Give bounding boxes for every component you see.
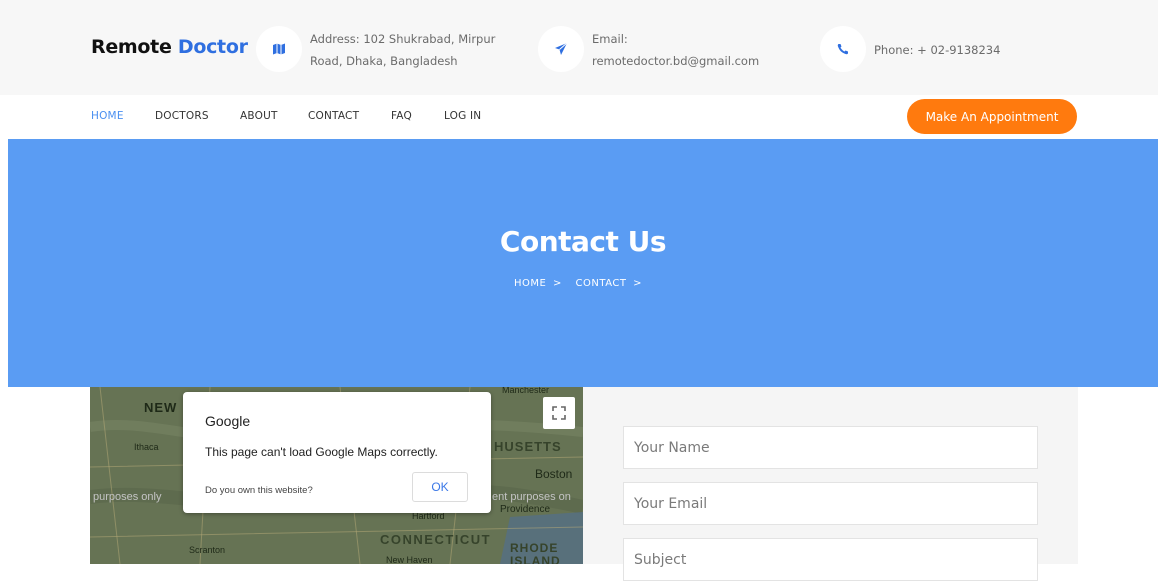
top-info-bar: Remote Doctor Address: 102 Shukrabad, Mi… [0,0,1158,95]
email-value[interactable]: remotedoctor.bd@gmail.com [592,50,759,72]
name-input[interactable] [623,426,1038,469]
google-map[interactable]: NEW Ithaca HUSETTS Boston purposes only … [90,387,583,564]
address-text: Address: 102 Shukrabad, Mirpur Road, Dha… [310,28,495,72]
dialog-own-website-link[interactable]: Do you own this website? [205,485,313,496]
site-logo[interactable]: Remote Doctor [91,36,248,58]
maps-error-dialog: Google This page can't load Google Maps … [183,392,491,513]
nav-item-contact[interactable]: CONTACT [308,110,359,122]
email-input[interactable] [623,482,1038,525]
fullscreen-button[interactable] [543,397,575,429]
address-line-1: Address: 102 Shukrabad, Mirpur [310,32,496,46]
breadcrumb-home[interactable]: HOME [514,278,546,289]
nav-item-faq[interactable]: FAQ [391,110,412,122]
breadcrumb-separator: > [552,278,562,289]
dialog-google-title: Google [205,413,251,429]
main-nav: HOME DOCTORS ABOUT CONTACT FAQ LOG IN Ma… [0,95,1158,139]
logo-text-doctor: Doctor [177,36,248,58]
subject-input[interactable] [623,538,1038,581]
dialog-error-message: This page can't load Google Maps correct… [205,445,438,459]
breadcrumb: HOME > CONTACT > [8,278,1158,289]
map-icon [256,26,302,72]
nav-item-login[interactable]: LOG IN [444,110,481,122]
nav-item-doctors[interactable]: DOCTORS [155,110,209,122]
breadcrumb-separator: > [633,278,643,289]
phone-text[interactable]: Phone: + 02-9138234 [874,39,1000,61]
nav-item-home[interactable]: HOME [91,110,124,122]
email-label: Email: [592,32,628,46]
nav-item-about[interactable]: ABOUT [240,110,278,122]
contact-form [583,387,1078,581]
phone-icon [820,26,866,72]
address-line-2: Road, Dhaka, Bangladesh [310,54,458,68]
email-text: Email: remotedoctor.bd@gmail.com [592,28,759,72]
dialog-ok-button[interactable]: OK [412,472,468,502]
breadcrumb-contact[interactable]: CONTACT [576,278,627,289]
logo-text-remote: Remote [91,36,172,58]
page-title: Contact Us [499,225,667,258]
page-hero: Contact Us HOME > CONTACT > [8,139,1158,387]
paper-plane-icon [538,26,584,72]
fullscreen-icon [552,406,566,420]
make-appointment-button[interactable]: Make An Appointment [907,99,1077,134]
